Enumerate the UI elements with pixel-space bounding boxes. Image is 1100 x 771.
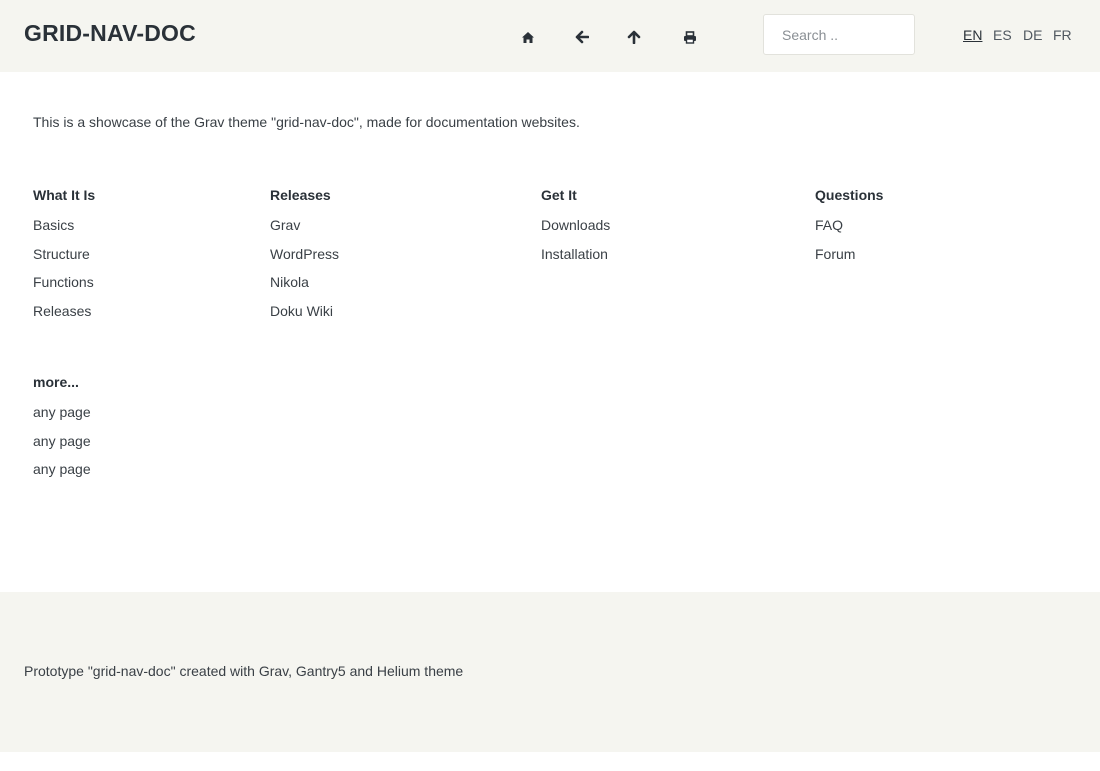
nav-link-releases[interactable]: Releases (33, 302, 95, 331)
arrow-up-icon[interactable] (623, 26, 645, 48)
nav-link-faq[interactable]: FAQ (815, 216, 883, 245)
nav-link-installation[interactable]: Installation (541, 245, 610, 274)
site-footer: Prototype "grid-nav-doc" created with Gr… (0, 592, 1100, 752)
column-heading[interactable]: more... (33, 373, 91, 403)
nav-link-doku-wiki[interactable]: Doku Wiki (270, 302, 339, 331)
nav-link-functions[interactable]: Functions (33, 273, 95, 302)
site-header: GRID-NAV-DOC EN ES DE FR (0, 0, 1100, 72)
nav-column-releases: Releases Grav WordPress Nikola Doku Wiki (270, 186, 339, 331)
nav-column-what-it-is: What It Is Basics Structure Functions Re… (33, 186, 95, 331)
site-title[interactable]: GRID-NAV-DOC (24, 20, 196, 47)
nav-column-get-it: Get It Downloads Installation (541, 186, 610, 273)
column-heading: Get It (541, 187, 577, 203)
lang-fr[interactable]: FR (1053, 27, 1072, 43)
nav-link-structure[interactable]: Structure (33, 245, 95, 274)
lang-es[interactable]: ES (993, 27, 1012, 43)
column-heading: What It Is (33, 187, 96, 203)
footer-text: Prototype "grid-nav-doc" created with Gr… (24, 663, 464, 679)
nav-link-any-page[interactable]: any page (33, 432, 91, 461)
intro-text: This is a showcase of the Grav theme "gr… (33, 114, 580, 130)
nav-link-forum[interactable]: Forum (815, 245, 883, 274)
lang-de[interactable]: DE (1023, 27, 1042, 43)
nav-link-grav[interactable]: Grav (270, 216, 339, 245)
search-input[interactable] (763, 14, 915, 55)
column-heading: Releases (270, 187, 331, 203)
nav-link-downloads[interactable]: Downloads (541, 216, 610, 245)
nav-link-wordpress[interactable]: WordPress (270, 245, 339, 274)
nav-link-any-page[interactable]: any page (33, 403, 91, 432)
nav-column-questions: Questions FAQ Forum (815, 186, 883, 273)
home-icon[interactable] (517, 26, 539, 48)
nav-link-any-page[interactable]: any page (33, 460, 91, 489)
nav-link-basics[interactable]: Basics (33, 216, 95, 245)
column-heading: Questions (815, 187, 884, 203)
lang-en[interactable]: EN (963, 27, 982, 43)
arrow-left-icon[interactable] (571, 26, 593, 48)
nav-column-more: more... any page any page any page (33, 373, 91, 489)
print-icon[interactable] (679, 26, 701, 48)
nav-link-nikola[interactable]: Nikola (270, 273, 339, 302)
